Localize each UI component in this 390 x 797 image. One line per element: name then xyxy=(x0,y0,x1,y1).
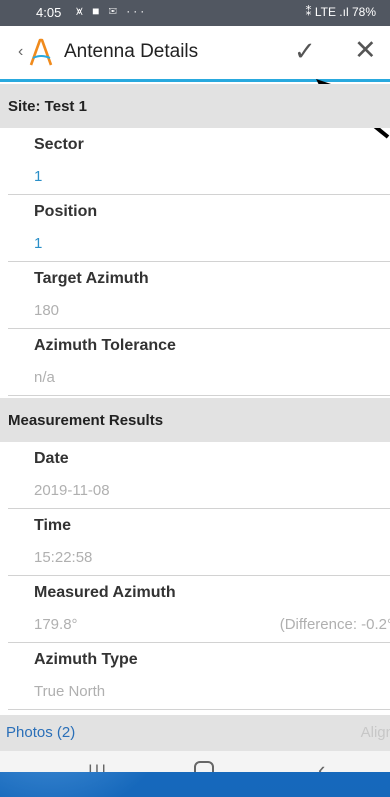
page-title: Antenna Details xyxy=(64,41,199,62)
status-bar: 4:05 ⩙ ■ ✉ ··· ⁑ LTE .ıl 78% xyxy=(0,0,390,26)
close-icon[interactable]: ✕ xyxy=(354,35,377,66)
system-icons: ⁑ LTE .ıl 78% xyxy=(305,5,376,19)
back-nav-icon[interactable]: ‹ xyxy=(318,757,325,772)
field-label: Sector xyxy=(34,136,84,153)
field-value: n/a xyxy=(34,369,55,386)
home-icon[interactable] xyxy=(194,761,214,772)
field-label: Azimuth Tolerance xyxy=(34,337,176,354)
align-button[interactable]: Align xyxy=(361,724,390,741)
position-field[interactable]: Position 1 xyxy=(8,195,390,262)
field-label: Target Azimuth xyxy=(34,270,149,287)
app-logo-icon xyxy=(29,38,53,66)
phone-screen: 4:05 ⩙ ■ ✉ ··· ⁑ LTE .ıl 78% ‹ Antenna D… xyxy=(0,0,390,772)
field-value: 1 xyxy=(34,235,43,252)
date-field: Date 2019-11-08 xyxy=(8,442,390,509)
photos-link[interactable]: Photos (2) xyxy=(6,724,75,741)
status-time: 4:05 xyxy=(36,5,62,20)
azimuth-tolerance-field: Azimuth Tolerance n/a xyxy=(8,329,390,396)
recents-icon[interactable]: ||| xyxy=(88,762,108,772)
field-label: Position xyxy=(34,203,98,220)
back-chevron-icon[interactable]: ‹ xyxy=(18,43,23,61)
app-bar: ‹ Antenna Details ✓ ✕ xyxy=(0,26,390,82)
screenshot-frame: 4:05 ⩙ ■ ✉ ··· ⁑ LTE .ıl 78% ‹ Antenna D… xyxy=(0,0,390,797)
site-section-header: Site: Test 1 xyxy=(0,84,390,128)
measurement-section-header: Measurement Results xyxy=(0,398,390,442)
azimuth-difference: (Difference: -0.2°) xyxy=(279,616,390,633)
notification-icons: ⩙ ■ ✉ ··· xyxy=(76,4,148,18)
system-nav-bar: ||| ‹ xyxy=(0,751,390,772)
field-label: Measured Azimuth xyxy=(34,584,176,601)
field-value: 15:22:58 xyxy=(34,549,93,566)
field-label: Azimuth Type xyxy=(34,651,138,668)
measured-azimuth-field: Measured Azimuth 179.8° (Difference: -0.… xyxy=(8,576,390,643)
bottom-action-bar: Photos (2) Align xyxy=(0,715,390,751)
field-label: Time xyxy=(34,517,72,534)
field-value: 179.8° xyxy=(34,616,78,633)
sector-field[interactable]: Sector 1 xyxy=(8,128,390,195)
time-field: Time 15:22:58 xyxy=(8,509,390,576)
field-label: Date xyxy=(34,450,69,467)
confirm-check-icon[interactable]: ✓ xyxy=(294,36,316,67)
azimuth-type-field: Azimuth Type True North xyxy=(8,643,390,710)
field-value: 2019-11-08 xyxy=(34,482,110,499)
field-value: 180 xyxy=(34,302,60,319)
target-azimuth-field: Target Azimuth 180 xyxy=(8,262,390,329)
field-value: True North xyxy=(34,683,106,700)
field-value: 1 xyxy=(34,168,43,185)
